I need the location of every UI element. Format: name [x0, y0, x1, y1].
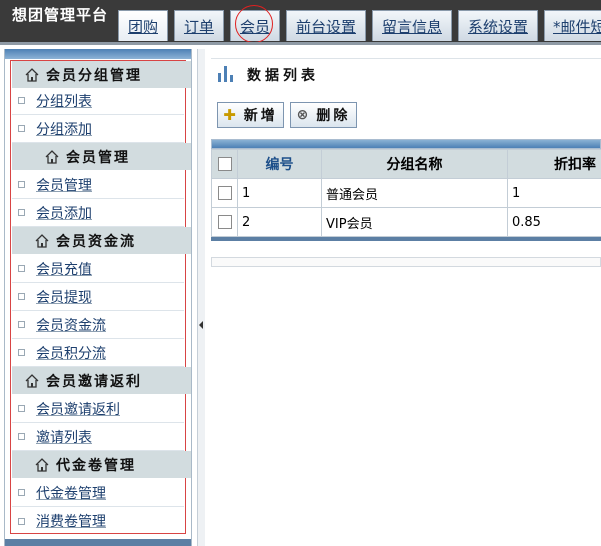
- bullet-icon: [18, 97, 25, 104]
- sidebar-toggle[interactable]: [197, 49, 205, 546]
- column-header-discount[interactable]: 折扣率: [507, 149, 601, 179]
- sidebar-item-consume-voucher[interactable]: 消费卷管理: [12, 507, 184, 535]
- tab-members[interactable]: 会员: [230, 10, 280, 41]
- home-icon: [35, 457, 49, 472]
- column-header-name[interactable]: 分组名称: [321, 149, 508, 179]
- bullet-icon: [18, 293, 25, 300]
- bullet-icon: [18, 181, 25, 188]
- sidebar-item-member-recharge[interactable]: 会员充值: [12, 255, 184, 283]
- data-table-container: 编号 分组名称 折扣率 1 普通会员 1 2 VIP会员 0.85: [211, 139, 601, 241]
- cell-id: 1: [237, 178, 322, 208]
- cell-discount: 1: [507, 178, 601, 208]
- bullet-icon: [18, 265, 25, 272]
- sidebar-item-member-withdraw[interactable]: 会员提现: [12, 283, 184, 311]
- sidebar-item-group-list[interactable]: 分组列表: [12, 87, 184, 115]
- home-icon: [35, 233, 49, 248]
- select-all-cell: [211, 149, 238, 179]
- table-row: 1 普通会员 1: [211, 178, 601, 208]
- table-header-bar: [211, 139, 601, 149]
- pagination-bar: [211, 257, 601, 267]
- collapse-arrow-icon[interactable]: [199, 321, 203, 329]
- bullet-icon: [18, 209, 25, 216]
- row-checkbox-cell: [211, 178, 238, 208]
- plus-icon: ✚: [223, 106, 239, 124]
- sidebar-footer-bar: [5, 539, 191, 546]
- sidebar-item-voucher-manage[interactable]: 代金卷管理: [12, 479, 184, 507]
- sidebar-item-invite-rebate[interactable]: 会员邀请返利: [12, 395, 184, 423]
- bullet-icon: [18, 321, 25, 328]
- table-row: 2 VIP会员 0.85: [211, 207, 601, 237]
- main-nav: 团购 订单 会员 前台设置 留言信息 系统设置 *邮件短: [118, 10, 601, 42]
- sidebar-item-member-add[interactable]: 会员添加: [12, 199, 184, 227]
- table-footer-bar: [211, 237, 601, 241]
- sidebar-item-member-manage[interactable]: 会员管理: [12, 171, 184, 199]
- table-header-row: 编号 分组名称 折扣率: [211, 149, 601, 179]
- home-icon: [25, 67, 39, 82]
- bar-chart-icon: [218, 66, 233, 82]
- cell-discount: 0.85: [507, 207, 601, 237]
- top-bar: 想团管理平台 团购 订单 会员 前台设置 留言信息 系统设置 *邮件短: [0, 0, 601, 42]
- app-title: 想团管理平台: [12, 6, 109, 24]
- home-icon: [25, 373, 39, 388]
- sidebar-item-member-cashflow[interactable]: 会员资金流: [12, 311, 184, 339]
- menu-group-header[interactable]: 会员邀请返利: [12, 367, 191, 394]
- cell-name: VIP会员: [321, 207, 508, 237]
- panel-title: 数据列表: [247, 68, 319, 84]
- tab-messages[interactable]: 留言信息: [372, 10, 452, 41]
- menu-group-header[interactable]: 会员资金流: [12, 227, 191, 254]
- sidebar-item-member-points[interactable]: 会员积分流: [12, 339, 184, 367]
- select-all-checkbox[interactable]: [218, 157, 232, 171]
- cell-id: 2: [237, 207, 322, 237]
- tab-group-buy[interactable]: 团购: [118, 10, 168, 41]
- sidebar-item-group-add[interactable]: 分组添加: [12, 115, 184, 143]
- bullet-icon: [18, 405, 25, 412]
- row-checkbox-cell: [211, 207, 238, 237]
- data-table: 编号 分组名称 折扣率 1 普通会员 1 2 VIP会员 0.85: [211, 149, 601, 237]
- bullet-icon: [18, 489, 25, 496]
- column-header-id[interactable]: 编号: [237, 149, 322, 179]
- menu-group-header[interactable]: 会员管理: [12, 143, 191, 170]
- add-button[interactable]: ✚ 新增: [217, 102, 284, 128]
- sidebar-header-bar: [5, 49, 191, 59]
- sidebar: 会员分组管理 分组列表 分组添加 会员管理 会员管理 会员添加 会员资金流 会员…: [4, 49, 192, 546]
- delete-x-icon: ⊗: [296, 107, 312, 123]
- menu-group-header[interactable]: 代金卷管理: [12, 451, 191, 478]
- bullet-icon: [18, 433, 25, 440]
- menu-group-header[interactable]: 会员分组管理: [12, 61, 191, 88]
- home-icon: [45, 149, 59, 164]
- row-checkbox[interactable]: [218, 186, 232, 200]
- delete-button[interactable]: ⊗ 删除: [290, 102, 357, 128]
- tab-frontend-settings[interactable]: 前台设置: [286, 10, 366, 41]
- cell-name: 普通会员: [321, 178, 508, 208]
- bullet-icon: [18, 349, 25, 356]
- sidebar-menu: 会员分组管理 分组列表 分组添加 会员管理 会员管理 会员添加 会员资金流 会员…: [10, 60, 191, 535]
- main-content: 数据列表 ✚ 新增 ⊗ 删除 编号 分组名称 折扣率 1 普通会员 1 2 VI…: [206, 45, 601, 546]
- tab-orders[interactable]: 订单: [174, 10, 224, 41]
- tab-email-sms[interactable]: *邮件短: [544, 10, 601, 41]
- panel-title-bar: 数据列表: [211, 58, 601, 89]
- row-checkbox[interactable]: [218, 215, 232, 229]
- sidebar-item-invite-list[interactable]: 邀请列表: [12, 423, 184, 451]
- tab-system-settings[interactable]: 系统设置: [458, 10, 538, 41]
- bullet-icon: [18, 517, 25, 525]
- bullet-icon: [18, 125, 25, 132]
